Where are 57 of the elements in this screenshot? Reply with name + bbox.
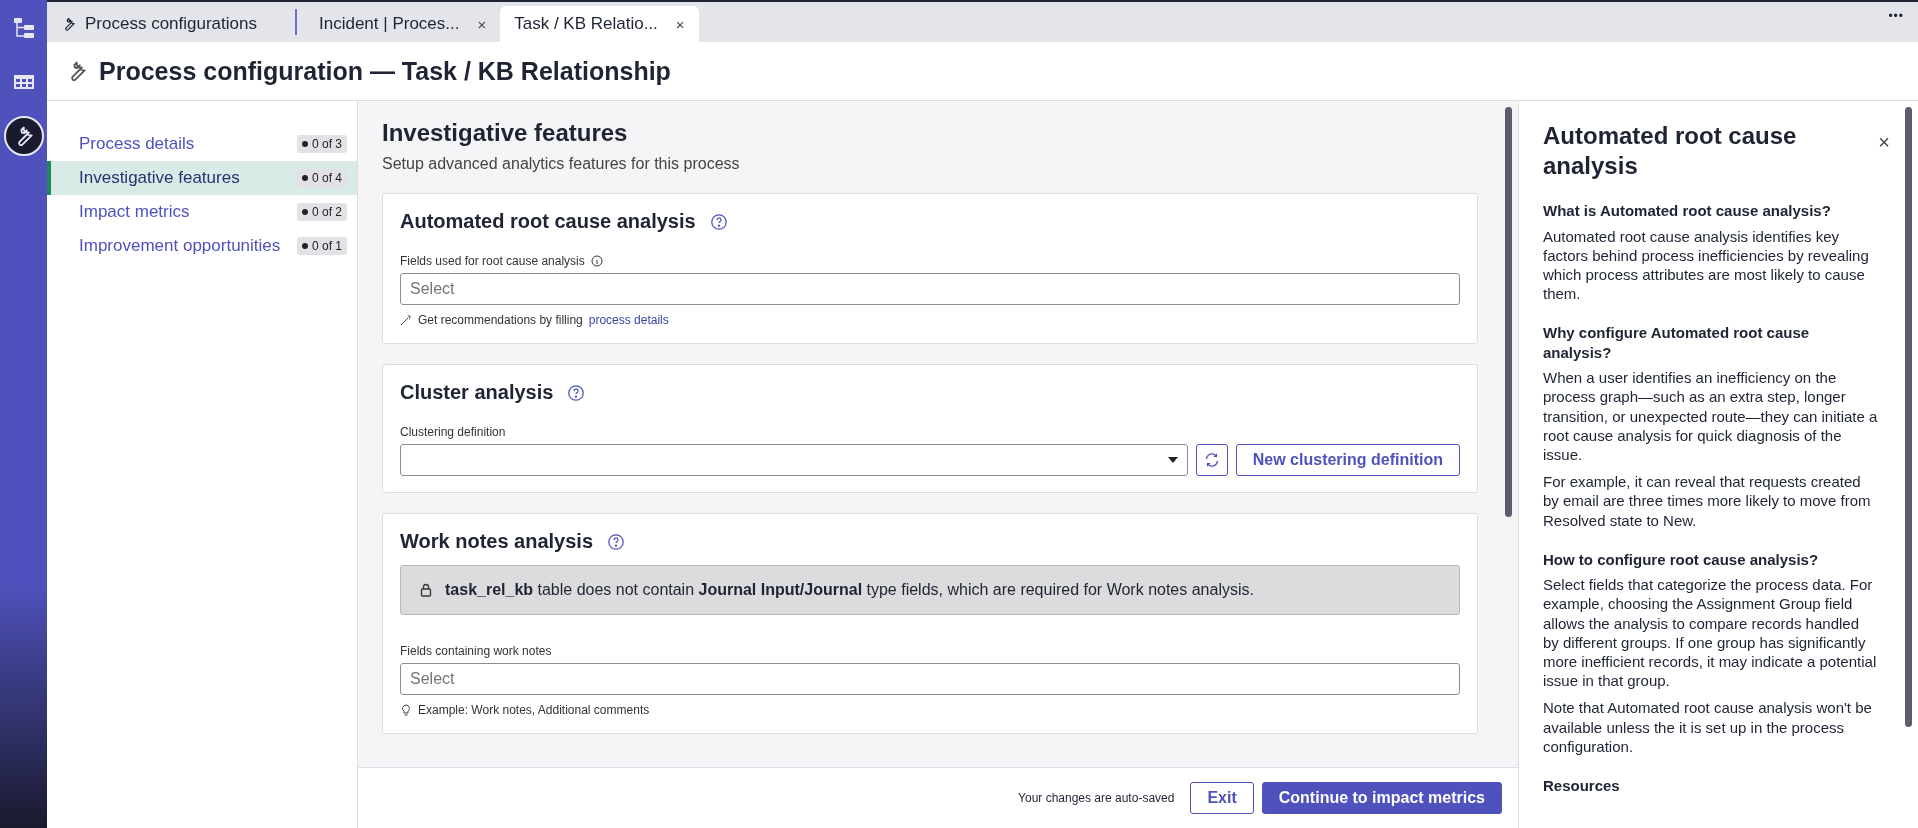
panel-paragraph: Automated root cause analysis identifies key factors behind process inefficiencies by revealing which process attributes are most likely to cause them. [1543, 226, 1870, 304]
continue-button[interactable]: Continue to impact metrics [1261, 782, 1502, 814]
lightbulb-icon [400, 704, 412, 716]
exit-button[interactable]: Exit [1190, 782, 1254, 814]
field-label: Clustering definition [400, 425, 506, 439]
section-title: Work notes analysis [400, 530, 594, 553]
progress-badge: 0 of 2 [296, 203, 347, 221]
refresh-button[interactable] [1195, 444, 1228, 476]
field-label: Fields containing work notes [400, 644, 552, 658]
panel-paragraph: Note that Automated root cause analysis won't be available unless the it is set up in the process configuration. [1543, 698, 1873, 756]
help-icon[interactable] [607, 532, 626, 551]
panel-heading: Why configure Automated root cause analysis? [1543, 323, 1811, 363]
panel-paragraph: When a user identifies an inefficiency on the process graph—such as an extra step, longer transition, or unexpected route—they can initiate a root cause analysis for quick diagnosis of the issue. [1543, 368, 1878, 465]
hint-text: Example: Work notes, Additional comments [418, 703, 650, 717]
autosave-note: Your changes are auto-saved [1018, 791, 1175, 805]
progress-badge: 0 of 1 [296, 237, 347, 255]
lock-icon [419, 583, 433, 597]
dropdown-field[interactable] [400, 444, 1188, 476]
nav-item[interactable]: Process details 0 of 3 [47, 127, 357, 161]
section-subtitle: Setup advanced analytics features for this process [382, 155, 741, 173]
panel-heading: How to configure root cause analysis? [1543, 549, 1820, 570]
progress-badge: 0 of 3 [296, 135, 347, 153]
hint-text: Get recommendations by filling [418, 313, 583, 327]
panel-title: Automated root cause analysis [1543, 121, 1798, 181]
panel-paragraph: Select fields that categorize the process data. For example, choosing the Assignment Group field allows the analysis to compare records handled by different groups. If one group has significantly more inefficient records, it may indicate a potential issue in that group. [1543, 575, 1878, 691]
close-icon[interactable]: × [477, 15, 487, 33]
rail-button[interactable] [3, 116, 44, 156]
panel-heading: What is Automated root cause analysis? [1543, 201, 1832, 221]
select-field[interactable]: Select [400, 663, 1460, 695]
close-icon[interactable]: × [675, 15, 685, 33]
info-icon[interactable] [590, 255, 603, 267]
nav-item[interactable]: Impact metrics 0 of 2 [47, 195, 357, 229]
nav-item[interactable]: Investigative features 0 of 4 [47, 161, 357, 195]
section-title: Automated root cause analysis [400, 210, 696, 233]
tab[interactable]: Process configurations [47, 6, 271, 42]
section-heading: Investigative features [382, 119, 629, 147]
panel-heading: Resources [1543, 775, 1621, 796]
more-menu[interactable]: ••• [1874, 9, 1918, 35]
nav-item[interactable]: Improvement opportunities 0 of 1 [47, 229, 357, 263]
panel-paragraph: For example, it can reveal that requests created by email are three times more likely to move from Resolved state to New. [1543, 472, 1872, 530]
field-label: Fields used for root cause analysis [400, 254, 585, 268]
scrollbar[interactable] [1505, 107, 1512, 517]
magic-wand-icon [400, 314, 412, 326]
banner-text: task_rel_kb table does not contain Journal Input/Journal type fields, which are required for Work notes analysis. [445, 581, 1254, 599]
hierarchy-icon [11, 16, 36, 40]
caret-icon [1167, 457, 1178, 463]
select-field[interactable]: Select [400, 273, 1460, 305]
new-clustering-button[interactable]: New clustering definition [1235, 444, 1460, 476]
help-icon[interactable] [709, 212, 728, 231]
page-title: Process configuration — Task / KB Relationship [99, 56, 671, 86]
help-icon[interactable] [567, 383, 586, 402]
tab[interactable]: Incident | Proces... × [305, 6, 501, 42]
tab[interactable]: Task / KB Relatio... × [500, 6, 699, 42]
process-details-link[interactable]: process details [588, 313, 669, 327]
section-title: Cluster analysis [400, 381, 554, 404]
scrollbar[interactable] [1905, 107, 1912, 727]
progress-badge: 0 of 4 [296, 169, 347, 187]
